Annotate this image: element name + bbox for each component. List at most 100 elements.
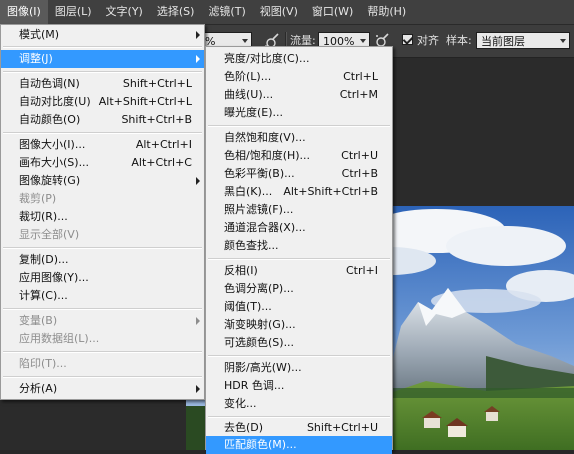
menu-item-label: 分析(A) [19,382,58,395]
menu-item-color-balance[interactable]: 色彩平衡(B)... Ctrl+B [206,165,392,183]
sample-select[interactable]: 当前图层 [476,32,570,49]
chevron-down-icon [560,39,566,43]
menu-item-label: 去色(D) [224,421,264,434]
menu-item-shortcut: Shift+Ctrl+B [121,113,192,126]
align-label: 对齐 [417,34,439,47]
menu-divider [3,71,202,73]
menu-item-auto-tone[interactable]: 自动色调(N) Shift+Ctrl+L [1,75,204,93]
menu-item-label: 黑白(K)... [224,185,273,198]
menu-item-shortcut: Ctrl+U [341,149,378,162]
menu-item-label: 显示全部(V) [19,228,80,241]
menu-item-image-rotation[interactable]: 图像旋转(G) [1,172,204,190]
menu-item-exposure[interactable]: 曝光度(E)... [206,104,392,122]
menu-item-invert[interactable]: 反相(I) Ctrl+I [206,262,392,280]
menu-item-label: 图像旋转(G) [19,174,81,187]
menu-divider [208,258,390,260]
menu-item-calculations[interactable]: 计算(C)... [1,287,204,305]
menu-item-label: 变化... [224,397,257,410]
submenu-arrow-icon [196,55,200,63]
sample-label: 样本: [446,34,472,47]
menu-item-image-size[interactable]: 图像大小(I)... Alt+Ctrl+I [1,136,204,154]
submenu-arrow-icon [196,31,200,39]
menu-item-auto-contrast[interactable]: 自动对比度(U) Alt+Shift+Ctrl+L [1,93,204,111]
menu-item-desaturate[interactable]: 去色(D) Shift+Ctrl+U [206,419,392,437]
menu-item-label: 渐变映射(G)... [224,318,296,331]
menu-item-label: 色相/饱和度(H)... [224,149,311,162]
menu-item-adjust[interactable]: 调整(J) [1,50,204,68]
menu-item-curves[interactable]: 曲线(U)... Ctrl+M [206,86,392,104]
menu-item-label: 自动对比度(U) [19,95,91,108]
menu-item-label: 曲线(U)... [224,88,274,101]
menu-item-shortcut: Alt+Ctrl+I [135,138,192,151]
menu-divider [3,308,202,310]
menu-item-canvas-size[interactable]: 画布大小(S)... Alt+Ctrl+C [1,154,204,172]
menu-item-color-lookup[interactable]: 颜色查找... [206,237,392,255]
menu-item-trap: 陷印(T)... [1,355,204,373]
menu-item-shadows-highlights[interactable]: 阴影/高光(W)... [206,359,392,377]
image-menu: 模式(M) 调整(J) 自动色调(N) Shift+Ctrl+L 自动对比度(U… [0,24,205,400]
menu-bar: 图像(I) 图层(L) 文字(Y) 选择(S) 滤镜(T) 视图(V) 窗口(W… [0,0,574,25]
menu-item-label: 阴影/高光(W)... [224,361,302,374]
menu-view[interactable]: 视图(V) [253,0,305,24]
menu-item-shortcut: Alt+Shift+Ctrl+L [98,95,192,108]
menu-layer[interactable]: 图层(L) [48,0,99,24]
menu-item-shortcut: Ctrl+M [339,88,378,101]
sample-value: 当前图层 [481,35,525,48]
menu-item-label: 应用图像(Y)... [19,271,89,284]
menu-item-levels[interactable]: 色阶(L)... Ctrl+L [206,68,392,86]
menu-divider [208,416,390,418]
menu-item-label: 色阶(L)... [224,70,272,83]
menu-item-vibrance[interactable]: 自然饱和度(V)... [206,129,392,147]
menu-item-label: 色彩平衡(B)... [224,167,295,180]
menu-item-label: 亮度/对比度(C)... [224,52,310,65]
menu-item-label: 颜色查找... [224,239,279,252]
menu-item-label: 裁剪(P) [19,192,57,205]
menu-item-shortcut: Ctrl+L [343,70,378,83]
menu-item-hdr-toning[interactable]: HDR 色调... [206,377,392,395]
menu-item-label: 陷印(T)... [19,357,67,370]
menu-item-mode[interactable]: 模式(M) [1,26,204,44]
menu-item-hue-saturation[interactable]: 色相/饱和度(H)... Ctrl+U [206,147,392,165]
menu-item-label: 自动颜色(O) [19,113,81,126]
menu-item-brightness-contrast[interactable]: 亮度/对比度(C)... [206,50,392,68]
menu-item-label: 应用数据组(L)... [19,332,100,345]
menu-item-duplicate[interactable]: 复制(D)... [1,251,204,269]
menu-item-selective-color[interactable]: 可选颜色(S)... [206,334,392,352]
menu-window[interactable]: 窗口(W) [305,0,360,24]
menu-item-label: 模式(M) [19,28,60,41]
menu-divider [208,125,390,127]
menu-item-match-color[interactable]: 匹配颜色(M)... [206,436,392,454]
menu-item-analysis[interactable]: 分析(A) [1,380,204,398]
menu-item-label: 曝光度(E)... [224,106,284,119]
menu-item-posterize[interactable]: 色调分离(P)... [206,280,392,298]
submenu-arrow-icon [196,385,200,393]
menu-item-label: 通道混合器(X)... [224,221,306,234]
align-checkbox[interactable] [402,34,413,45]
menu-help[interactable]: 帮助(H) [360,0,413,24]
chevron-down-icon [360,39,366,43]
menu-item-shortcut: Alt+Shift+Ctrl+B [283,185,378,198]
menu-divider [3,351,202,353]
menu-item-trim[interactable]: 裁切(R)... [1,208,204,226]
menu-type[interactable]: 文字(Y) [99,0,150,24]
menu-select[interactable]: 选择(S) [150,0,202,24]
menu-item-variations[interactable]: 变化... [206,395,392,413]
menu-filter[interactable]: 滤镜(T) [201,0,252,24]
menu-item-auto-color[interactable]: 自动颜色(O) Shift+Ctrl+B [1,111,204,129]
menu-item-photo-filter[interactable]: 照片滤镜(F)... [206,201,392,219]
menu-item-channel-mixer[interactable]: 通道混合器(X)... [206,219,392,237]
menu-divider [3,376,202,378]
menu-divider [3,247,202,249]
menu-item-threshold[interactable]: 阈值(T)... [206,298,392,316]
menu-item-shortcut: Shift+Ctrl+U [306,421,378,434]
menu-item-gradient-map[interactable]: 渐变映射(G)... [206,316,392,334]
chevron-down-icon [242,39,248,43]
menu-item-label: 计算(C)... [19,289,68,302]
menu-divider [3,46,202,48]
menu-item-apply-image[interactable]: 应用图像(Y)... [1,269,204,287]
menu-item-label: 照片滤镜(F)... [224,203,294,216]
menu-item-shortcut: Ctrl+B [341,167,378,180]
menu-image[interactable]: 图像(I) [0,0,48,24]
menu-item-label: 可选颜色(S)... [224,336,295,349]
menu-item-black-white[interactable]: 黑白(K)... Alt+Shift+Ctrl+B [206,183,392,201]
